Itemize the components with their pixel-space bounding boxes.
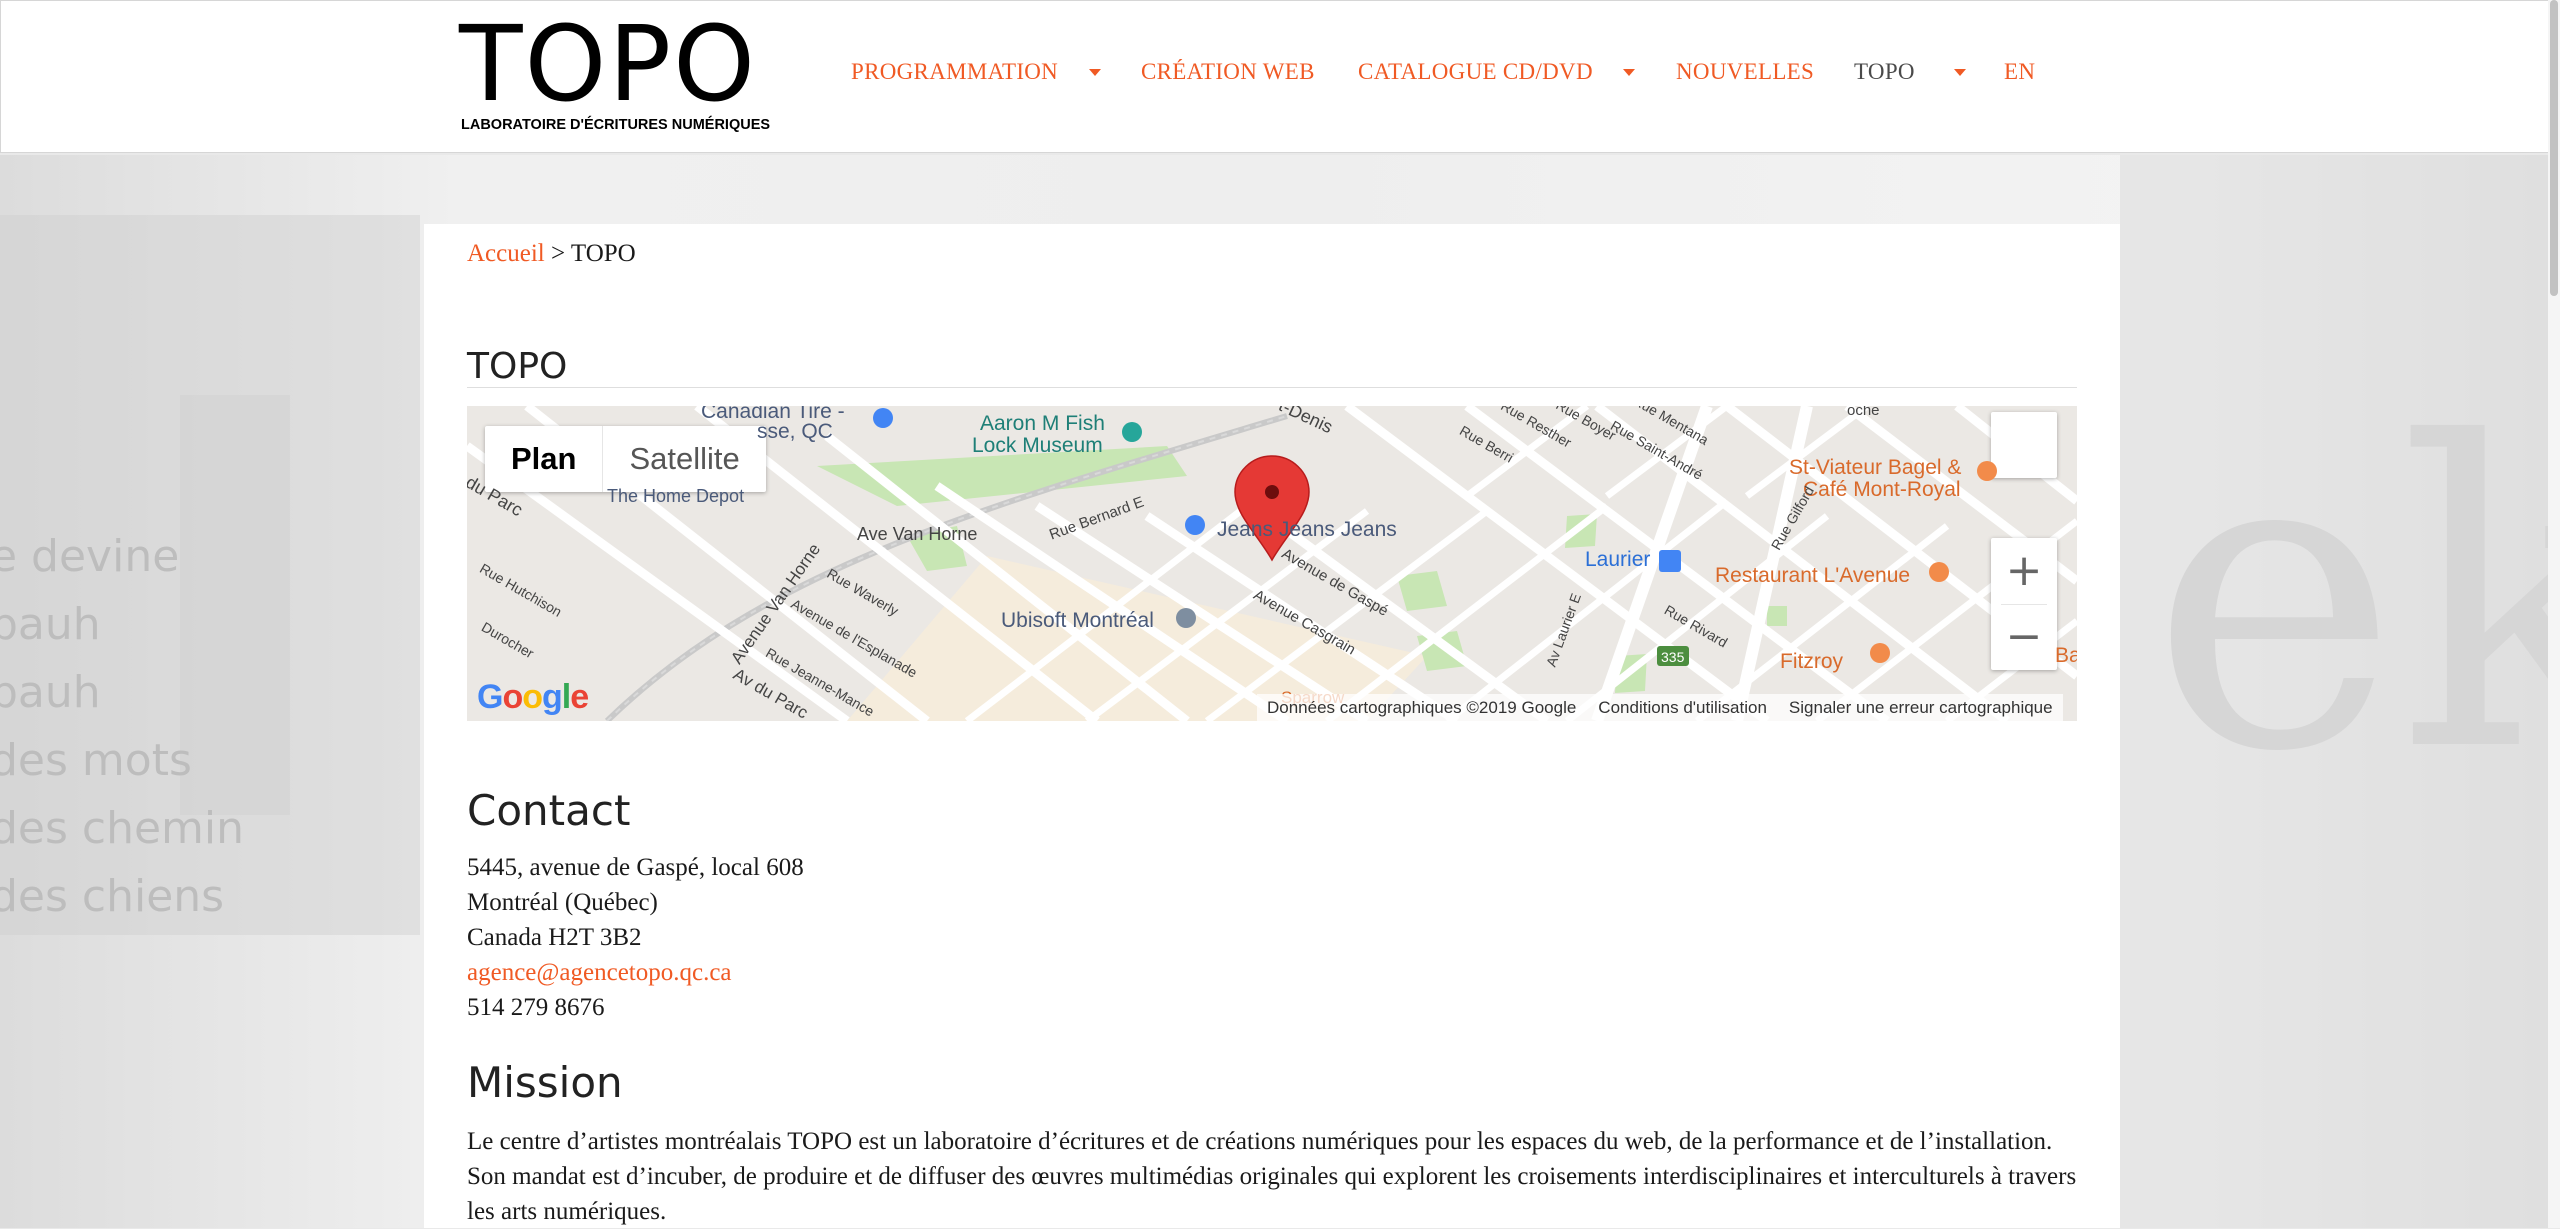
- map-label: St-Viateur Bagel &: [1789, 456, 1962, 479]
- logo-subtitle: LABORATOIRE D'ÉCRITURES NUMÉRIQUES: [461, 117, 771, 133]
- scrollbar-thumb[interactable]: [2550, 0, 2558, 296]
- breadcrumb: Accueil > TOPO: [467, 240, 636, 268]
- shopping-poi-icon[interactable]: [1185, 515, 1205, 535]
- title-divider: [467, 387, 2077, 388]
- map-attribution: Données cartographiques ©2019 Google Con…: [1257, 694, 2063, 721]
- background-text: des chiens: [0, 871, 225, 922]
- nav-item-topo[interactable]: TOPO: [1854, 59, 1915, 85]
- nav-item-language[interactable]: EN: [2004, 59, 2035, 85]
- scrollbar[interactable]: [2548, 0, 2560, 1228]
- map-label: Laurier: [1585, 548, 1651, 571]
- map-label: 335: [1661, 649, 1685, 665]
- map-label: Lock Museum: [972, 434, 1103, 457]
- map-data-credit: Données cartographiques ©2019 Google: [1267, 698, 1577, 717]
- map-fullscreen-button[interactable]: [1991, 412, 2057, 478]
- map-label: Restaurant L'Avenue: [1715, 564, 1911, 587]
- page-title: TOPO: [467, 346, 568, 387]
- phone-number: 514 279 8676: [467, 994, 605, 1021]
- map-label: The Home Depot: [607, 486, 745, 506]
- map-label: Ba: [2055, 644, 2077, 667]
- map-terms-link[interactable]: Conditions d'utilisation: [1598, 694, 1767, 721]
- restaurant-poi-icon[interactable]: [1929, 562, 1949, 582]
- background-glyph: ekx: [2150, 355, 2560, 844]
- map-label: Ave Van Horne: [857, 524, 978, 544]
- mission-heading: Mission: [467, 1058, 623, 1107]
- cafe-poi-icon[interactable]: [1977, 461, 1997, 481]
- map-label: Café Mont-Royal: [1803, 478, 1961, 501]
- nav-item-nouvelles[interactable]: NOUVELLES: [1676, 59, 1814, 85]
- map-label: Ubisoft Montréal: [1001, 609, 1154, 632]
- contact-heading: Contact: [467, 786, 631, 835]
- map-type-plan-button[interactable]: Plan: [485, 426, 604, 492]
- chevron-down-icon[interactable]: [1623, 69, 1635, 76]
- place-poi-icon[interactable]: [1176, 608, 1196, 628]
- embedded-map[interactable]: Plan Satellite + − Canadian Tire - sse, …: [467, 406, 2077, 721]
- map-label: Aaron M Fish: [980, 412, 1105, 435]
- breadcrumb-separator: >: [550, 240, 566, 267]
- map-label: sse, QC: [757, 420, 833, 443]
- chevron-down-icon[interactable]: [1954, 69, 1966, 76]
- site-header: TOPO LABORATOIRE D'ÉCRITURES NUMÉRIQUES …: [0, 0, 2558, 153]
- map-type-control: Plan Satellite: [485, 426, 766, 492]
- nav-item-creation-web[interactable]: CRÉATION WEB: [1141, 59, 1315, 85]
- map-label: oche: [1847, 406, 1880, 419]
- map-type-satellite-button[interactable]: Satellite: [603, 426, 765, 492]
- background-text: des chemin: [0, 803, 245, 854]
- map-label: Fitzroy: [1780, 650, 1843, 673]
- background-text: des mots: [0, 735, 192, 786]
- email-link[interactable]: agence@agencetopo.qc.ca: [467, 959, 732, 987]
- address-line: Montréal (Québec): [467, 889, 658, 916]
- map-report-error-link[interactable]: Signaler une erreur cartographique: [1789, 694, 2053, 721]
- bar-poi-icon[interactable]: [1870, 643, 1890, 663]
- map-label: Jeans Jeans Jeans: [1217, 518, 1397, 541]
- nav-item-catalogue[interactable]: CATALOGUE CD/DVD: [1358, 59, 1593, 85]
- address-line: Canada H2T 3B2: [467, 924, 642, 951]
- zoom-out-button[interactable]: −: [1991, 604, 2057, 670]
- background-text: e devine: [0, 531, 180, 582]
- mission-text: Le centre d’artistes montréalais TOPO es…: [467, 1128, 2077, 1225]
- main-nav: PROGRAMMATION CRÉATION WEB CATALOGUE CD/…: [1, 59, 2559, 89]
- google-logo[interactable]: Google: [477, 678, 589, 717]
- chevron-down-icon[interactable]: [1089, 69, 1101, 76]
- map-zoom-control: + −: [1991, 538, 2057, 670]
- breadcrumb-current: TOPO: [570, 240, 636, 267]
- metro-icon[interactable]: [1659, 550, 1681, 572]
- address-line: 5445, avenue de Gaspé, local 608: [467, 854, 804, 881]
- breadcrumb-home-link[interactable]: Accueil: [467, 240, 545, 267]
- museum-poi-icon[interactable]: [1122, 422, 1142, 442]
- zoom-in-button[interactable]: +: [1991, 538, 2057, 604]
- background-text: bauh: [0, 667, 101, 718]
- background-text: bauh: [0, 599, 101, 650]
- nav-item-programmation[interactable]: PROGRAMMATION: [851, 59, 1058, 85]
- content-panel: [424, 224, 2120, 1228]
- shopping-poi-icon[interactable]: [873, 408, 893, 428]
